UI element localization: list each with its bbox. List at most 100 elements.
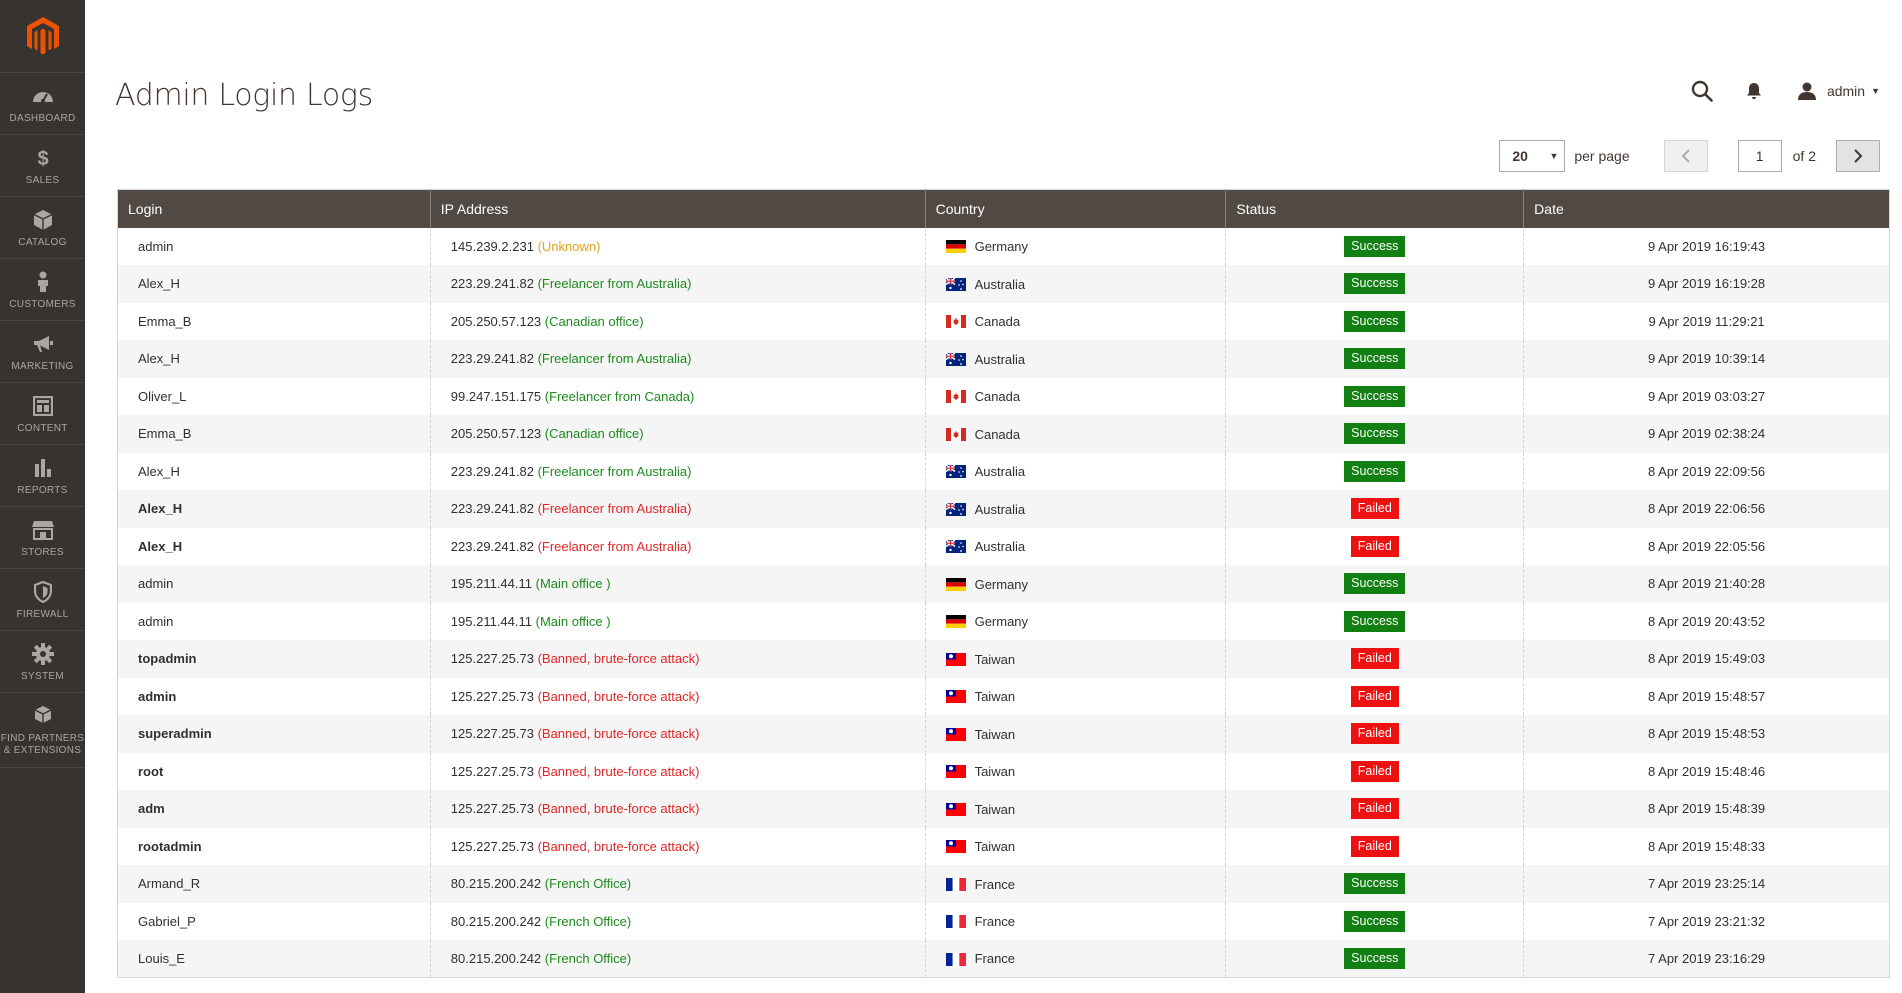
ip-address: 125.227.25.73 [450,763,534,779]
ip-note: (Freelancer from Australia) [537,501,692,517]
column-header-login[interactable]: Login [117,189,431,228]
cell-login: Armand_R [117,865,431,903]
table-row[interactable]: admin 195.211.44.11 (Main office ) Germany… [117,565,1890,603]
login-name: Alex_H [138,276,180,292]
cell-login: Gabriel_P [117,902,431,940]
sidebar-item-system[interactable]: SYSTEM [0,631,85,693]
cell-login: rootadmin [117,827,431,865]
table-row[interactable]: Emma_B 205.250.57.123 (Canadian office) Ca… [117,302,1890,340]
bar-chart-icon [30,455,56,481]
ip-note: (French Office) [544,876,632,892]
status-badge: Success [1344,873,1406,895]
table-row[interactable]: Alex_H 223.29.241.82 (Freelancer from Aus… [117,340,1890,378]
status-badge: Failed [1350,535,1399,557]
cell-login: Oliver_L [117,377,431,415]
login-date: 9 Apr 2019 03:03:27 [1648,388,1766,404]
sidebar-item-sales[interactable]: $ SALES [0,135,85,197]
sidebar-item-stores[interactable]: STORES [0,507,85,569]
cell-country: Taiwan [924,827,1226,865]
sidebar-item-find-partners-and-extensions[interactable]: FIND PARTNERS & EXTENSIONS [0,693,85,768]
cell-country: Australia [924,340,1226,378]
cell-login: Alex_H [117,490,431,528]
cell-status: Success [1225,940,1524,978]
login-date: 8 Apr 2019 22:09:56 [1648,463,1766,479]
germany-flag-icon [945,240,966,254]
login-date: 8 Apr 2019 22:05:56 [1648,538,1766,554]
select-arrow-icon: ▼ [1549,151,1559,161]
status-badge: Failed [1350,760,1399,782]
sidebar-item-reports[interactable]: REPORTS [0,445,85,507]
cell-status: Success [1225,340,1524,378]
cell-login: admin [117,565,431,603]
previous-page-button[interactable] [1663,140,1708,172]
ip-note: (French Office) [544,913,632,929]
cell-status: Success [1225,302,1524,340]
table-row[interactable]: Armand_R 80.215.200.242 (French Office) Fr… [117,865,1890,903]
login-date: 8 Apr 2019 15:48:53 [1648,726,1766,742]
sidebar-item-customers[interactable]: CUSTOMERS [0,259,85,321]
table-row[interactable]: Alex_H 223.29.241.82 (Freelancer from Aus… [117,265,1890,303]
table-row[interactable]: Alex_H 223.29.241.82 (Freelancer from Aus… [117,452,1890,490]
status-badge: Failed [1350,835,1399,857]
sidebar-item-dashboard[interactable]: DASHBOARD [0,73,85,135]
magento-logo[interactable] [0,0,85,73]
table-row[interactable]: admin 145.239.2.231 (Unknown) Germany Succe… [117,227,1890,265]
table-row[interactable]: Gabriel_P 80.215.200.242 (French Office) F… [117,902,1890,940]
cell-date: 9 Apr 2019 10:39:14 [1523,340,1890,378]
table-row[interactable]: Alex_H 223.29.241.82 (Freelancer from Aus… [117,527,1890,565]
sidebar-item-catalog[interactable]: CATALOG [0,197,85,259]
cell-status: Failed [1225,827,1524,865]
column-header-status[interactable]: Status [1225,189,1524,228]
country-name: Taiwan [974,839,1016,855]
table-row[interactable]: Oliver_L 99.247.151.175 (Freelancer from … [117,377,1890,415]
table-row[interactable]: admin 195.211.44.11 (Main office ) Germany… [117,602,1890,640]
cell-ip-address: 223.29.241.82 (Freelancer from Australia… [429,265,926,303]
sidebar-item-marketing[interactable]: MARKETING [0,321,85,383]
ip-note: (French Office) [544,951,632,966]
admin-user-menu[interactable]: admin ▼ [1797,82,1880,100]
search-button[interactable] [1687,78,1717,104]
table-row[interactable]: Louis_E 80.215.200.242 (French Office) Fra… [117,940,1890,978]
country-name: Australia [974,464,1026,480]
ip-note: (Freelancer from Australia) [537,351,692,367]
column-header-date[interactable]: Date [1523,189,1890,228]
column-header-ip-address[interactable]: IP Address [429,189,926,228]
cell-ip-address: 80.215.200.242 (French Office) [429,940,926,978]
cell-ip-address: 223.29.241.82 (Freelancer from Australia… [429,340,926,378]
column-header-country[interactable]: Country [924,189,1226,228]
cell-login: Alex_H [117,527,431,565]
table-row[interactable]: admin 125.227.25.73 (Banned, brute-force … [117,677,1890,715]
table-row[interactable]: root 125.227.25.73 (Banned, brute-force a… [117,752,1890,790]
cell-login: Emma_B [117,302,431,340]
page-number-input[interactable]: 1 [1737,140,1782,172]
sidebar-item-firewall[interactable]: FIREWALL [0,569,85,631]
table-row[interactable]: topadmin 125.227.25.73 (Banned, brute-for… [117,640,1890,678]
table-row[interactable]: superadmin 125.227.25.73 (Banned, brute-f… [117,715,1890,753]
country-name: Taiwan [974,726,1016,742]
country-name: Germany [974,576,1029,592]
table-row[interactable]: rootadmin 125.227.25.73 (Banned, brute-fo… [117,827,1890,865]
cell-ip-address: 80.215.200.242 (French Office) [429,865,926,903]
country-name: Canada [974,314,1021,330]
store-icon [30,517,56,543]
cell-login: topadmin [117,640,431,678]
table-row[interactable]: Emma_B 205.250.57.123 (Canadian office) Ca… [117,415,1890,453]
chevron-down-icon: ▼ [1871,86,1880,96]
country-name: France [974,876,1016,892]
cell-ip-address: 80.215.200.242 (French Office) [429,902,926,940]
canada-flag-icon [945,315,966,329]
ip-note: (Banned, brute-force attack) [537,651,700,667]
next-page-button[interactable] [1836,140,1880,172]
status-badge: Success [1344,460,1406,482]
cell-ip-address: 205.250.57.123 (Canadian office) [429,415,926,453]
table-row[interactable]: adm 125.227.25.73 (Banned, brute-force at… [117,790,1890,828]
taiwan-flag-icon [945,765,966,779]
status-badge: Success [1344,235,1406,257]
sidebar-item-content[interactable]: CONTENT [0,383,85,445]
cell-status: Success [1225,377,1524,415]
table-row[interactable]: Alex_H 223.29.241.82 (Freelancer from Aus… [117,490,1890,528]
ip-address: 223.29.241.82 [450,351,534,367]
notifications-button[interactable] [1739,78,1769,104]
per-page-select[interactable]: 20 ▼ [1499,140,1566,172]
country-name: France [974,951,1016,967]
